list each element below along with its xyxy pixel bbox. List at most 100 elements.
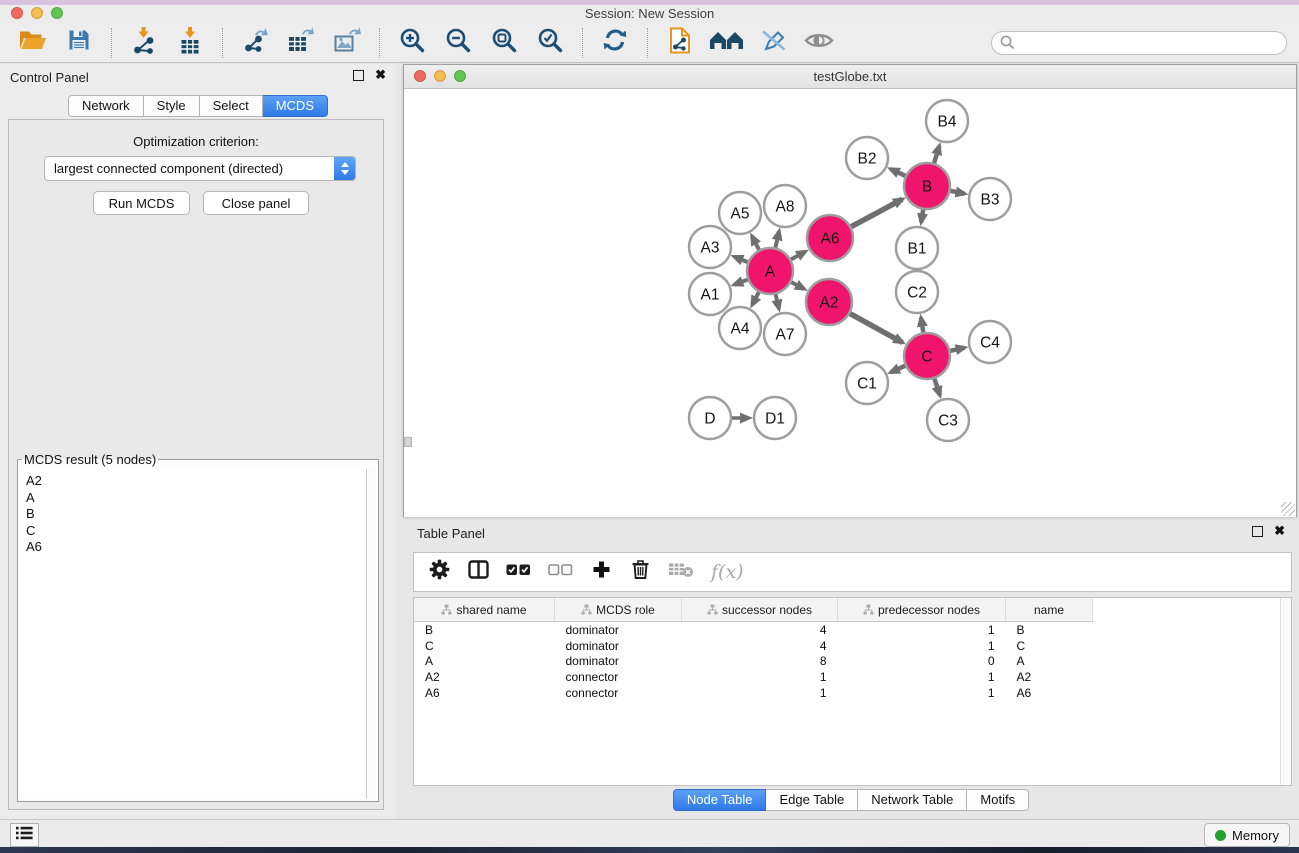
tab-node-table[interactable]: Node Table [673,789,767,811]
node-B1[interactable]: B1 [896,227,938,269]
criterion-dropdown[interactable]: largest connected component (directed) [44,156,356,181]
edge-B-B1[interactable] [921,210,923,223]
window-resize-grip[interactable] [1281,502,1295,516]
show-graphics-details-button[interactable] [796,26,842,60]
refresh-network-button[interactable] [592,26,638,60]
edge-C-C2[interactable] [921,318,923,333]
network-window-titlebar[interactable]: testGlobe.txt [404,65,1296,89]
export-image-button[interactable] [324,26,370,60]
node-B[interactable]: B [904,163,950,209]
function-builder-button[interactable]: f(x) [711,561,744,583]
edge-C-C1[interactable] [891,366,905,372]
column-header-successor-nodes[interactable]: successor nodes [682,598,838,622]
node-C1[interactable]: C1 [846,362,888,404]
node-C[interactable]: C [904,333,950,379]
zoom-in-button[interactable] [389,26,435,60]
node-C2[interactable]: C2 [896,271,938,313]
edge-C-C4[interactable] [950,348,964,351]
mcds-result-item[interactable]: B [26,506,370,523]
open-session-button[interactable] [10,26,56,60]
edge-A-A8[interactable] [775,231,779,247]
table-row[interactable]: A2connector11A2 [414,669,1291,685]
mcds-result-item[interactable]: A2 [26,473,370,490]
tab-style[interactable]: Style [144,95,200,117]
import-table-button[interactable] [167,26,213,60]
node-A8[interactable]: A8 [764,185,806,227]
float-panel-icon[interactable] [353,70,364,81]
edge-C-C3[interactable] [934,379,939,395]
node-A[interactable]: A [747,248,793,294]
node-D1[interactable]: D1 [754,397,796,439]
add-column-button[interactable] [590,560,612,584]
table-row[interactable]: Adominator80A [414,654,1291,670]
table-row[interactable]: Cdominator41C [414,638,1291,654]
close-table-panel-icon[interactable]: ✖ [1274,525,1285,537]
edge-A-A3[interactable] [734,257,748,262]
column-header-shared-name[interactable]: shared name [414,598,555,622]
column-header-MCDS-role[interactable]: MCDS role [555,598,682,622]
memory-button[interactable]: Memory [1204,823,1290,847]
edge-A-A1[interactable] [734,280,747,285]
mcds-result-item[interactable]: A6 [26,539,370,556]
node-A5[interactable]: A5 [719,192,761,234]
close-panel-button[interactable]: Close panel [203,191,309,215]
minimize-network-button[interactable] [434,70,446,82]
tab-network[interactable]: Network [68,95,144,117]
tab-edge-table[interactable]: Edge Table [766,789,858,811]
import-network-button[interactable] [121,26,167,60]
table-scrollbar[interactable] [1280,598,1291,785]
toggle-panel-mode-button[interactable] [467,560,489,584]
node-A7[interactable]: A7 [764,313,806,355]
edge-A6-B[interactable] [851,199,902,226]
column-header-name[interactable]: name [1006,598,1093,622]
close-window-button[interactable] [11,7,23,19]
edge-A2-C[interactable] [850,314,902,343]
search-input[interactable] [991,31,1287,55]
select-all-columns-button[interactable] [506,563,531,581]
edge-A-A5[interactable] [752,236,759,250]
delete-table-button[interactable] [668,561,694,583]
column-settings-button[interactable] [428,559,450,585]
node-A2[interactable]: A2 [806,279,852,325]
edge-A-A6[interactable] [791,251,805,259]
hide-annotations-button[interactable] [750,26,796,60]
tab-mcds[interactable]: MCDS [263,95,328,117]
run-mcds-button[interactable]: Run MCDS [93,191,190,215]
node-B2[interactable]: B2 [846,137,888,179]
node-C4[interactable]: C4 [969,321,1011,363]
zoom-fit-button[interactable] [481,26,527,60]
float-table-panel-icon[interactable] [1252,526,1263,537]
network-from-selection-button[interactable] [657,26,703,60]
node-A6[interactable]: A6 [807,215,853,261]
node-A1[interactable]: A1 [689,273,731,315]
edge-A-A7[interactable] [776,294,779,308]
tab-network-table[interactable]: Network Table [858,789,967,811]
close-network-button[interactable] [414,70,426,82]
edge-A-A4[interactable] [752,292,759,305]
edge-B-B4[interactable] [934,146,939,163]
column-header-predecessor-nodes[interactable]: predecessor nodes [838,598,1006,622]
minimize-window-button[interactable] [31,7,43,19]
preferred-layout-button[interactable] [703,26,750,60]
node-B4[interactable]: B4 [926,100,968,142]
mcds-result-item[interactable]: A [26,490,370,507]
export-table-button[interactable] [278,26,324,60]
zoom-window-button[interactable] [51,7,63,19]
table-row[interactable]: Bdominator41B [414,622,1291,638]
network-canvas[interactable]: B4B2BB3A8A5A6A3B1AA1C2A2A4A7C4CC1C3DD1 [404,89,1296,517]
zoom-network-button[interactable] [454,70,466,82]
node-D[interactable]: D [689,397,731,439]
tab-motifs[interactable]: Motifs [967,789,1029,811]
save-session-button[interactable] [56,26,102,60]
edge-B-B3[interactable] [951,191,965,194]
close-panel-icon[interactable]: ✖ [375,69,386,81]
result-scrollbar[interactable] [366,469,376,799]
zoom-selected-button[interactable] [527,26,573,60]
network-graph[interactable]: B4B2BB3A8A5A6A3B1AA1C2A2A4A7C4CC1C3DD1 [404,89,1296,517]
delete-column-button[interactable] [629,559,651,585]
tab-select[interactable]: Select [200,95,263,117]
deselect-all-columns-button[interactable] [548,563,573,581]
node-B3[interactable]: B3 [969,178,1011,220]
edge-B-B2[interactable] [891,169,906,176]
zoom-out-button[interactable] [435,26,481,60]
